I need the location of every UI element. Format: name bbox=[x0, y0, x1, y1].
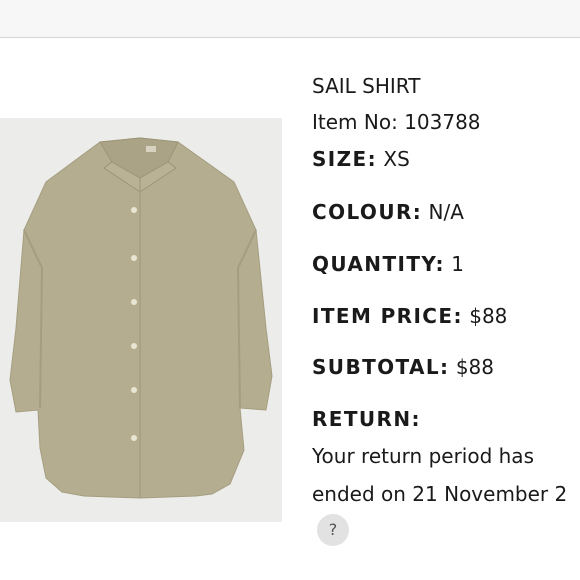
return-label: RETURN: bbox=[312, 407, 421, 431]
item-price-row: ITEM PRICE: $88 bbox=[312, 304, 507, 328]
quantity-value: 1 bbox=[451, 252, 465, 276]
product-image bbox=[0, 118, 282, 522]
quantity-label: QUANTITY: bbox=[312, 252, 445, 276]
shirt-illustration bbox=[9, 137, 273, 499]
help-button[interactable]: ? bbox=[317, 514, 349, 546]
colour-label: COLOUR: bbox=[312, 200, 423, 224]
colour-row: COLOUR: N/A bbox=[312, 200, 464, 224]
return-message-line2: ended on 21 November 2 bbox=[312, 482, 568, 506]
size-value: XS bbox=[383, 147, 410, 171]
item-number-value: 103788 bbox=[404, 110, 481, 134]
return-message-line1: Your return period has bbox=[312, 444, 534, 468]
top-bar bbox=[0, 0, 580, 38]
product-name: SAIL SHIRT bbox=[312, 74, 421, 98]
subtotal-row: SUBTOTAL: $88 bbox=[312, 355, 494, 379]
size-label: SIZE: bbox=[312, 147, 378, 171]
subtotal-value: $88 bbox=[455, 355, 494, 379]
colour-value: N/A bbox=[428, 200, 464, 224]
item-price-label: ITEM PRICE: bbox=[312, 304, 463, 328]
item-number-label: Item No: bbox=[312, 110, 398, 134]
subtotal-label: SUBTOTAL: bbox=[312, 355, 450, 379]
size-row: SIZE: XS bbox=[312, 147, 410, 171]
item-price-value: $88 bbox=[469, 304, 508, 328]
question-icon: ? bbox=[328, 520, 338, 539]
quantity-row: QUANTITY: 1 bbox=[312, 252, 464, 276]
item-number: Item No: 103788 bbox=[312, 110, 481, 134]
